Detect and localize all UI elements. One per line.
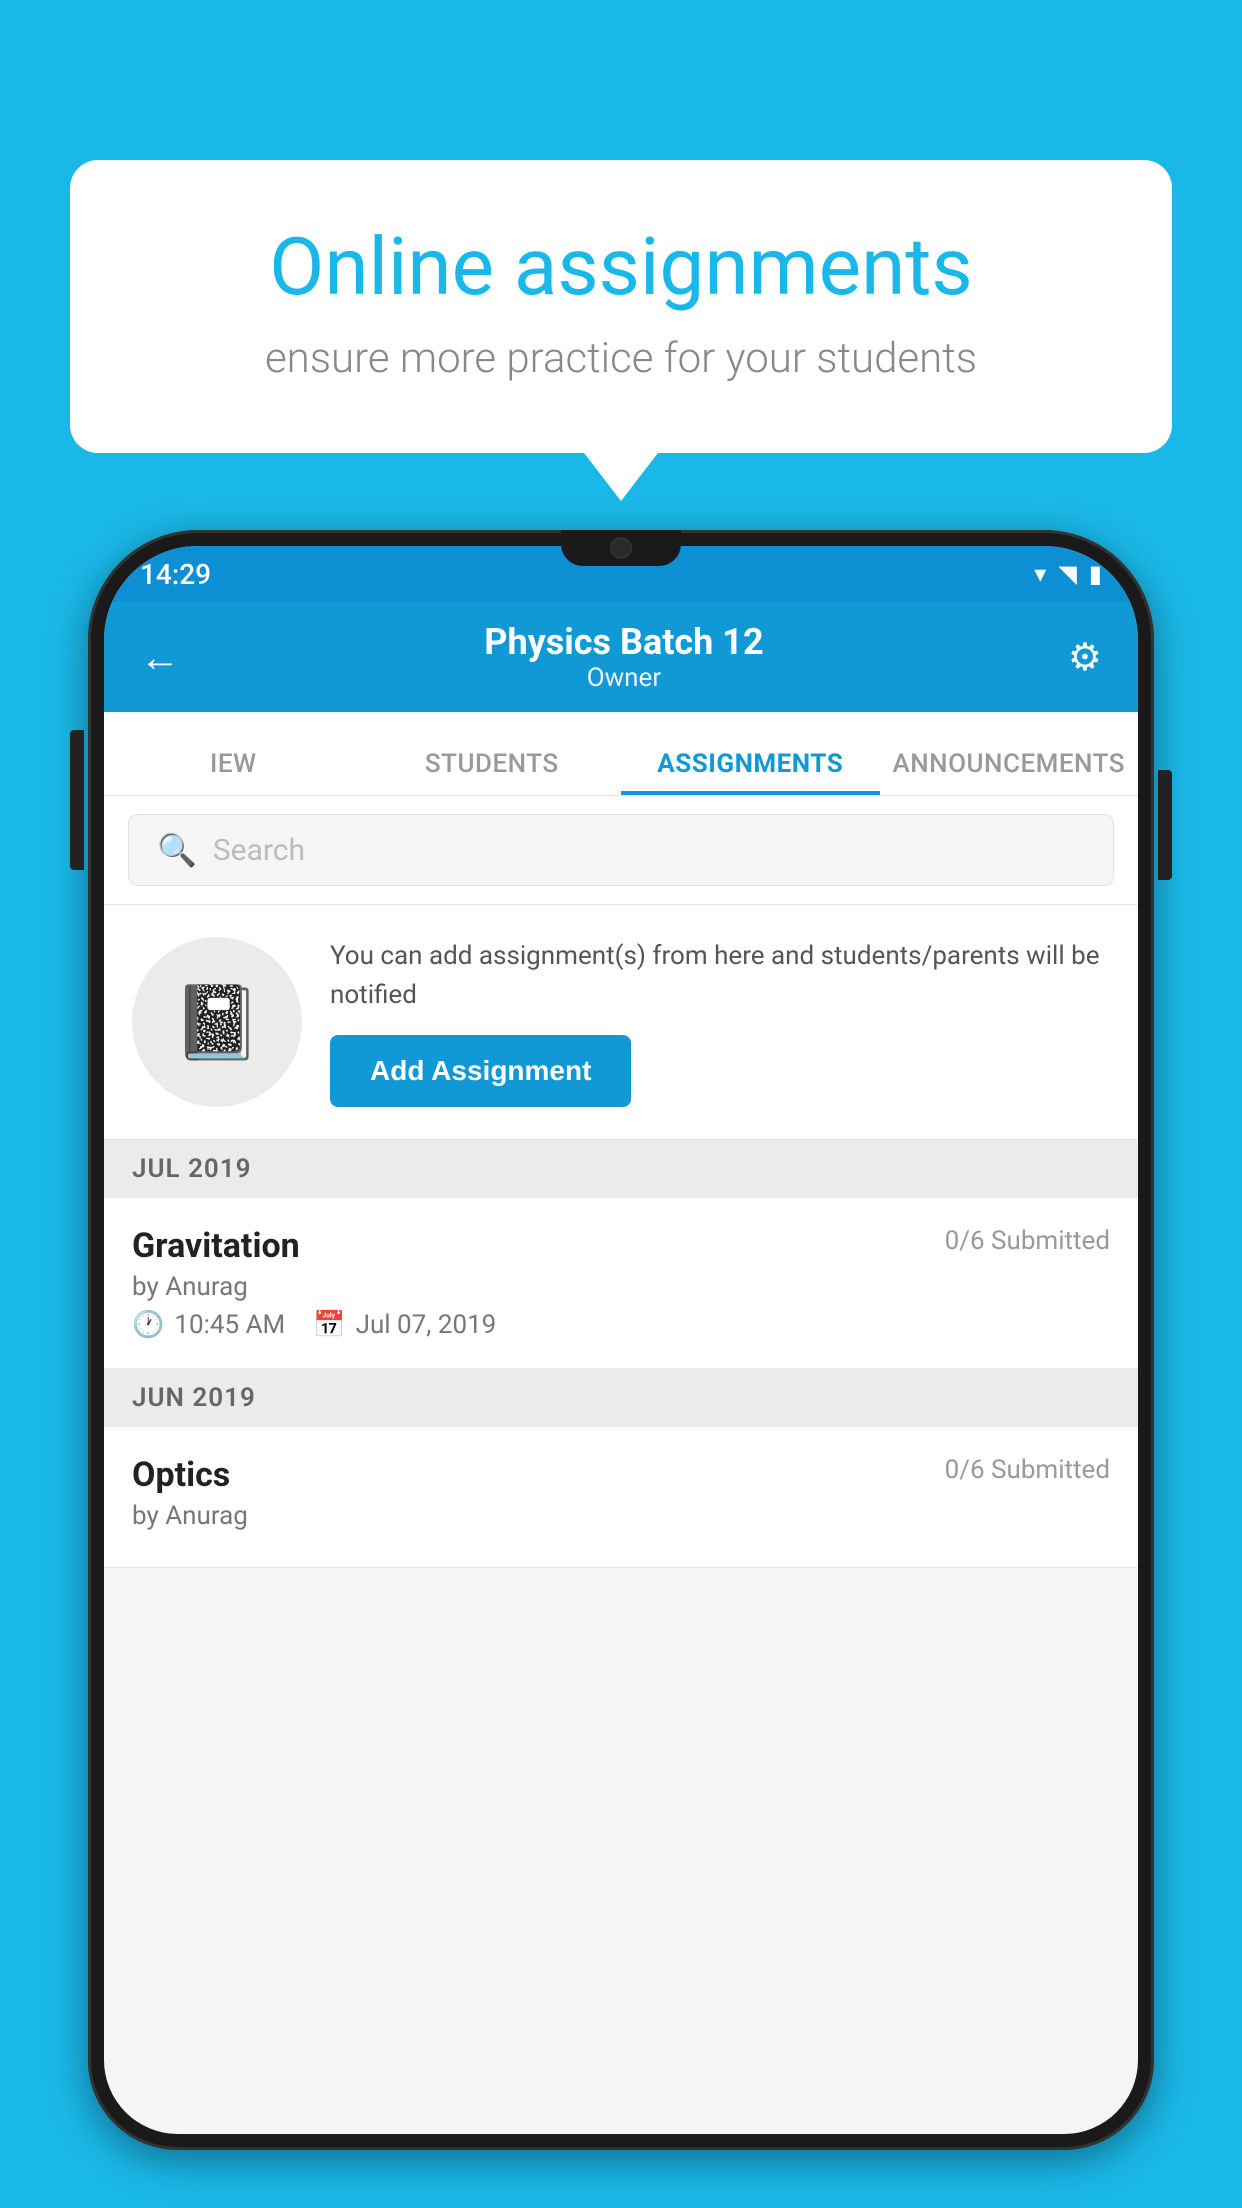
notch-camera — [610, 537, 632, 559]
add-assignment-button[interactable]: Add Assignment — [330, 1035, 631, 1107]
assignment-author-gravitation: by Anurag — [132, 1272, 1110, 1302]
assignment-author-optics: by Anurag — [132, 1501, 1110, 1531]
search-placeholder-text: Search — [213, 833, 305, 868]
notebook-icon: 📓 — [172, 980, 262, 1065]
promo-description: You can add assignment(s) from here and … — [330, 937, 1110, 1015]
time-value-gravitation: 10:45 AM — [174, 1310, 285, 1340]
phone-screen: 14:29 ▾ ◥ ▮ ← Physics Batch 12 Owner ⚙ I… — [104, 546, 1138, 2134]
promo-text-area: You can add assignment(s) from here and … — [330, 937, 1110, 1107]
phone-frame: 14:29 ▾ ◥ ▮ ← Physics Batch 12 Owner ⚙ I… — [88, 530, 1154, 2208]
assignment-submitted-optics: 0/6 Submitted — [945, 1455, 1110, 1485]
status-time: 14:29 — [140, 558, 211, 591]
assignment-name-gravitation: Gravitation — [132, 1226, 300, 1266]
assignment-row1-optics: Optics 0/6 Submitted — [132, 1455, 1110, 1495]
status-icons: ▾ ◥ ▮ — [1034, 560, 1102, 588]
back-button[interactable]: ← — [140, 634, 180, 681]
tab-iew[interactable]: IEW — [104, 749, 363, 795]
calendar-icon: 📅 — [313, 1310, 345, 1340]
header-subtitle: Owner — [484, 663, 763, 693]
header-title: Physics Batch 12 — [484, 621, 763, 663]
search-bar[interactable]: 🔍 Search — [128, 814, 1114, 886]
month-section-jun: JUN 2019 — [104, 1369, 1138, 1427]
tab-assignments[interactable]: ASSIGNMENTS — [621, 749, 880, 795]
app-header: ← Physics Batch 12 Owner ⚙ — [104, 602, 1138, 712]
assignment-name-optics: Optics — [132, 1455, 230, 1495]
month-label-jun: JUN 2019 — [132, 1383, 256, 1413]
header-center: Physics Batch 12 Owner — [484, 621, 763, 693]
search-bar-container: 🔍 Search — [104, 796, 1138, 905]
speech-bubble-title: Online assignments — [140, 220, 1102, 314]
meta-time-gravitation: 🕐 10:45 AM — [132, 1310, 285, 1340]
settings-icon[interactable]: ⚙ — [1068, 635, 1102, 680]
speech-bubble: Online assignments ensure more practice … — [70, 160, 1172, 453]
speech-bubble-subtitle: ensure more practice for your students — [140, 334, 1102, 383]
tab-students[interactable]: STUDENTS — [363, 749, 622, 795]
assignment-item-optics[interactable]: Optics 0/6 Submitted by Anurag — [104, 1427, 1138, 1568]
month-section-jul: JUL 2019 — [104, 1140, 1138, 1198]
notch — [561, 530, 681, 566]
promo-card: 📓 You can add assignment(s) from here an… — [104, 905, 1138, 1140]
battery-icon: ▮ — [1089, 560, 1102, 588]
speech-bubble-container: Online assignments ensure more practice … — [70, 160, 1172, 453]
assignment-item-gravitation[interactable]: Gravitation 0/6 Submitted by Anurag 🕐 10… — [104, 1198, 1138, 1369]
assignment-meta-gravitation: 🕐 10:45 AM 📅 Jul 07, 2019 — [132, 1310, 1110, 1340]
wifi-icon: ▾ — [1034, 560, 1046, 588]
date-value-gravitation: Jul 07, 2019 — [356, 1310, 497, 1340]
clock-icon: 🕐 — [132, 1310, 164, 1340]
month-label-jul: JUL 2019 — [132, 1154, 252, 1184]
signal-icon: ◥ — [1058, 560, 1076, 588]
tab-announcements[interactable]: ANNOUNCEMENTS — [880, 749, 1139, 795]
tab-bar: IEW STUDENTS ASSIGNMENTS ANNOUNCEMENTS — [104, 712, 1138, 796]
phone-outer: 14:29 ▾ ◥ ▮ ← Physics Batch 12 Owner ⚙ I… — [88, 530, 1154, 2150]
search-icon: 🔍 — [157, 831, 197, 869]
promo-icon-circle: 📓 — [132, 937, 302, 1107]
assignment-row1: Gravitation 0/6 Submitted — [132, 1226, 1110, 1266]
meta-date-gravitation: 📅 Jul 07, 2019 — [313, 1310, 496, 1340]
assignment-submitted-gravitation: 0/6 Submitted — [945, 1226, 1110, 1256]
